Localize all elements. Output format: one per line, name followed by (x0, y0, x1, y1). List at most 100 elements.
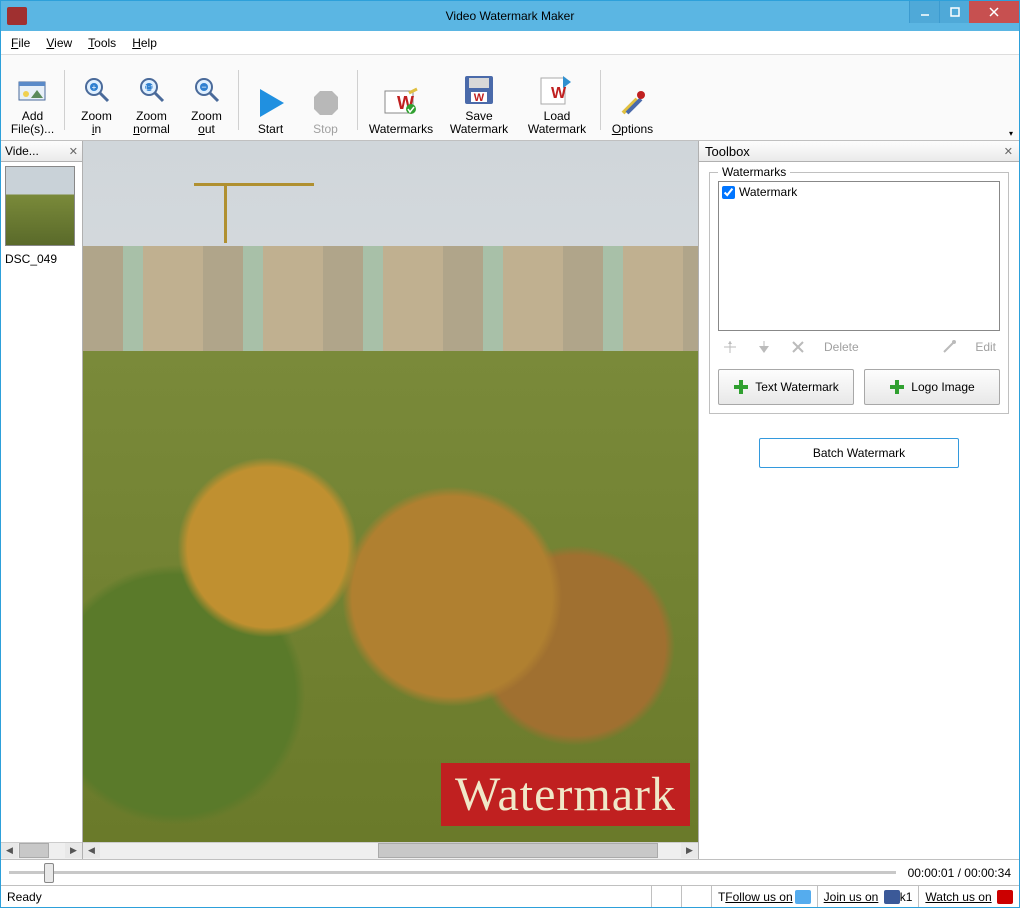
svg-text:1:1: 1:1 (144, 85, 154, 92)
watermark-buttons: Text Watermark Logo Image (718, 369, 1000, 405)
watermark-checkbox[interactable] (722, 186, 735, 199)
zoom-out-button[interactable]: − Zoomout (179, 61, 234, 139)
watermarks-button[interactable]: W Watermarks (362, 61, 440, 139)
load-watermark-button[interactable]: W LoadWatermark (518, 61, 596, 139)
app-window: Video Watermark Maker File View Tools He… (0, 0, 1020, 908)
follow-twitter[interactable]: TFollow us on (712, 886, 818, 907)
text-watermark-button[interactable]: Text Watermark (718, 369, 854, 405)
options-icon (617, 85, 649, 121)
close-tab-icon[interactable]: ✕ (69, 145, 78, 158)
scroll-left-icon[interactable]: ◀ (1, 843, 18, 858)
zoom-in-button[interactable]: + Zoomin (69, 61, 124, 139)
stop-label: Stop (313, 123, 338, 136)
zoom-in-icon: + (82, 72, 112, 108)
watermarks-label: Watermarks (369, 123, 433, 136)
close-toolbox-icon[interactable]: ✕ (1004, 145, 1013, 158)
stop-icon (311, 85, 341, 121)
zoom-normal-button[interactable]: 1:1 Zoomnormal (124, 61, 179, 139)
content-area: Vide... ✕ DSC_049 ◀ ▶ Watermark (1, 141, 1019, 859)
add-files-button[interactable]: Add File(s)... (5, 61, 60, 139)
load-watermark-label: LoadWatermark (528, 110, 586, 136)
join-facebook[interactable]: Join us on k1 (818, 886, 920, 907)
edit-icon (941, 339, 957, 355)
play-icon (256, 85, 286, 121)
twitter-icon (795, 890, 811, 904)
watermark-item-label: Watermark (739, 185, 797, 199)
zoom-out-label: Zoomout (191, 110, 222, 136)
close-button[interactable] (969, 1, 1019, 23)
time-display: 00:00:01 / 00:00:34 (908, 866, 1011, 880)
toolbox-title: Toolbox (705, 144, 750, 159)
start-label: Start (258, 123, 283, 136)
preview-canvas[interactable]: Watermark (83, 141, 698, 842)
zoom-normal-icon: 1:1 (137, 72, 167, 108)
picture-add-icon (17, 72, 49, 108)
scroll-right-icon[interactable]: ▶ (65, 843, 82, 858)
zoom-in-label: Zoomin (81, 110, 112, 136)
menu-view[interactable]: View (46, 36, 72, 50)
watermark-overlay[interactable]: Watermark (441, 763, 690, 826)
maximize-button[interactable] (939, 1, 969, 23)
watermark-list[interactable]: Watermark (718, 181, 1000, 331)
menu-help[interactable]: Help (132, 36, 157, 50)
statusbar: Ready TFollow us on Join us on k1 Watch … (1, 885, 1019, 907)
status-ready: Ready (1, 886, 652, 907)
batch-watermark-label: Batch Watermark (813, 446, 905, 460)
scroll-left-icon[interactable]: ◀ (83, 843, 100, 858)
logo-image-label: Logo Image (911, 380, 974, 394)
logo-image-button[interactable]: Logo Image (864, 369, 1000, 405)
watermark-list-item[interactable]: Watermark (721, 184, 997, 200)
timeline-slider[interactable] (9, 871, 896, 874)
scroll-thumb[interactable] (378, 843, 658, 858)
thumbnail-image[interactable] (5, 166, 75, 246)
options-label: Options (612, 123, 653, 136)
slider-thumb[interactable] (44, 863, 54, 883)
toolbox-panel: Toolbox ✕ Watermarks Watermark (699, 141, 1019, 859)
zoom-out-icon: − (192, 72, 222, 108)
preview-image: Watermark (83, 141, 698, 842)
watermarks-icon: W (383, 85, 419, 121)
remove-icon (790, 339, 806, 355)
titlebar[interactable]: Video Watermark Maker (1, 1, 1019, 31)
batch-watermark-button[interactable]: Batch Watermark (759, 438, 959, 468)
start-button[interactable]: Start (243, 61, 298, 139)
app-icon (7, 7, 27, 25)
facebook-icon (884, 890, 900, 904)
menu-tools[interactable]: Tools (88, 36, 116, 50)
watermark-actions: Delete Edit (718, 331, 1000, 363)
toolbar: Add File(s)... + Zoomin 1:1 Zoomnormal −… (1, 55, 1019, 141)
scroll-right-icon[interactable]: ▶ (681, 843, 698, 858)
minimize-button[interactable] (909, 1, 939, 23)
thumbnail-label: DSC_049 (5, 252, 78, 266)
save-watermark-button[interactable]: W SaveWatermark (440, 61, 518, 139)
video-tab[interactable]: Vide... ✕ (1, 141, 82, 162)
sidebar-scrollbar[interactable]: ◀ ▶ (1, 842, 82, 859)
options-button[interactable]: Options (605, 61, 660, 139)
preview-area: Watermark ◀ ▶ (83, 141, 699, 859)
save-watermark-label: SaveWatermark (450, 110, 508, 136)
status-empty-1 (652, 886, 682, 907)
toolbox-header[interactable]: Toolbox ✕ (699, 141, 1019, 162)
video-tab-label: Vide... (5, 144, 39, 158)
toolbar-overflow-icon[interactable]: ▾ (1009, 129, 1013, 138)
svg-text:W: W (474, 92, 485, 104)
scroll-thumb[interactable] (19, 843, 49, 858)
add-before-icon (722, 339, 738, 355)
plus-icon (733, 379, 749, 395)
zoom-normal-label: Zoomnormal (133, 110, 170, 136)
window-title: Video Watermark Maker (446, 9, 575, 23)
edit-label: Edit (975, 340, 996, 354)
preview-scrollbar[interactable]: ◀ ▶ (83, 842, 698, 859)
menu-file[interactable]: File (11, 36, 30, 50)
watch-youtube[interactable]: Watch us on (919, 886, 1019, 907)
text-watermark-label: Text Watermark (755, 380, 839, 394)
delete-label: Delete (824, 340, 859, 354)
toolbox-body: Watermarks Watermark Delete Edit (699, 162, 1019, 859)
status-empty-2 (682, 886, 712, 907)
plus-icon (889, 379, 905, 395)
load-icon: W (539, 72, 575, 108)
timeline: 00:00:01 / 00:00:34 (1, 859, 1019, 885)
youtube-icon (997, 890, 1013, 904)
stop-button: Stop (298, 61, 353, 139)
svg-text:W: W (551, 85, 567, 102)
